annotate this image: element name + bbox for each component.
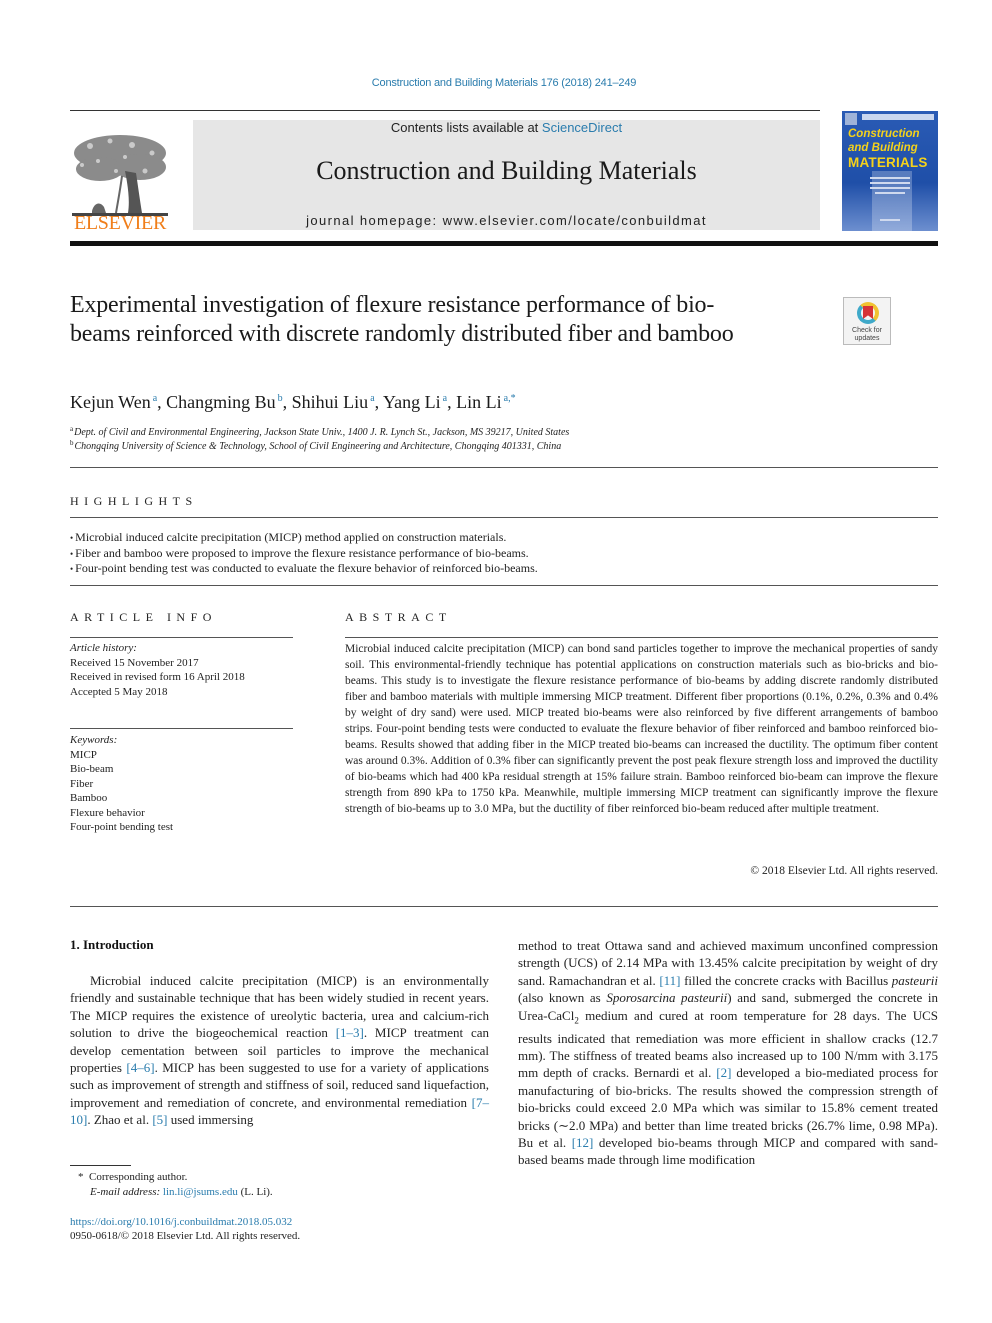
keyword: Bamboo [70,792,108,804]
affiliation-marker[interactable]: a [153,393,157,404]
intro-paragraph-left: Microbial induced calcite precipitation … [70,972,489,1129]
journal-homepage: journal homepage: www.elsevier.com/locat… [306,213,707,228]
article-title: Experimental investigation of flexure re… [70,292,734,347]
doi-link[interactable]: https://doi.org/10.1016/j.conbuildmat.20… [70,1216,292,1228]
divider [70,467,938,468]
header-thick-rule [70,241,938,246]
journal-name: Construction and Building Materials [316,156,697,185]
divider [70,517,938,518]
divider [70,585,938,586]
divider [70,728,293,729]
issn-copyright: 0950-0618/© 2018 Elsevier Ltd. All right… [70,1230,301,1242]
sciencedirect-link[interactable]: ScienceDirect [542,120,622,135]
highlight-item: Four-point bending test was conducted to… [70,561,538,576]
footnote-rule [70,1165,131,1166]
author-list: Kejun Wen a, Changming Bu b, Shihui Liu a, … [70,392,516,412]
contents-line: Contents lists available at ScienceDirec… [193,120,820,135]
affiliation-marker[interactable]: a [370,393,374,404]
text-run: . Zhao et al. [87,1112,153,1128]
history-entry: Received in revised form 16 April 2018 [70,671,245,683]
cover-title-line-1: Construction [848,128,920,140]
citation-link[interactable]: [5] [152,1112,167,1127]
cover-fine-text [875,192,905,194]
highlights-heading: HIGHLIGHTS [70,494,198,508]
keywords: Keywords: MICP Bio-beam Fiber Bamboo Fle… [70,733,173,835]
italic-term: Sporosarcina pasteurii [606,990,728,1006]
email-note: E-mail address: lin.li@jsums.edu (L. Li)… [90,1186,273,1198]
cover-fine-text [870,187,910,189]
cover-glow [872,171,912,231]
journal-reference-link[interactable]: Construction and Building Materials 176 … [0,77,992,89]
affiliation-a: aDept. of Civil and Environmental Engine… [70,425,570,438]
author[interactable]: Changming Bu [166,392,276,412]
contents-prefix: Contents lists available at [390,120,542,135]
cover-fine-text [870,182,910,184]
text-run: used immersing [167,1112,254,1128]
elsevier-wordmark: ELSEVIER [73,212,167,234]
citation-link[interactable]: [4–6] [126,1060,154,1075]
citation-link[interactable]: [1–3] [336,1025,364,1040]
email-label: E-mail address: [90,1186,161,1198]
intro-paragraph-right: method to treat Ottawa sand and achieved… [518,937,938,1169]
keyword: Fiber [70,777,94,790]
text-run: (also known as [518,990,607,1006]
corresponding-author-note: * Corresponding author. [78,1171,188,1183]
keyword: Flexure behavior [70,806,145,819]
cover-top-strip [862,114,934,120]
author[interactable]: Shihui Liu [292,392,369,412]
citation-link[interactable]: [2] [716,1065,731,1080]
keyword: Bio-beam [70,763,114,775]
italic-term: pasteurii [891,972,938,988]
author[interactable]: Lin Li [456,392,502,412]
check-for-updates-label: Check for updates [852,327,882,342]
highlight-item: Microbial induced calcite precipitation … [70,530,506,545]
header-rule [70,110,820,111]
email-link[interactable]: lin.li@jsums.edu [163,1186,238,1198]
citation-link[interactable]: [11] [659,973,680,988]
text-run: filled the concrete cracks with Bacillus [680,972,892,988]
keyword: MICP [70,748,97,761]
highlight-item: Fiber and bamboo were proposed to improv… [70,546,529,561]
author[interactable]: Kejun Wen [70,392,151,412]
abstract-text: Microbial induced calcite precipitation … [345,643,938,815]
divider [70,906,938,907]
abstract-heading: ABSTRACT [345,610,452,624]
affiliation-marker[interactable]: a [443,393,447,404]
asterisk-marker: * [78,1171,84,1183]
journal-cover-thumbnail[interactable]: Construction and Building MATERIALS [842,111,938,231]
abstract-copyright: © 2018 Elsevier Ltd. All rights reserved… [750,865,938,877]
affiliation-b: bChongqing University of Science & Techn… [70,439,562,452]
citation-link[interactable]: [12] [572,1135,594,1150]
cover-elsevier-logo [845,113,857,125]
introduction-heading: 1. Introduction [70,937,154,952]
cover-fine-text [870,177,910,179]
keyword: Four-point bending test [70,821,174,833]
cover-fine-text [880,219,900,221]
divider [345,637,938,638]
history-entry: Received 15 November 2017 [70,656,199,669]
article-info-heading: ARTICLE INFO [70,610,217,624]
keywords-label: Keywords: [70,734,118,746]
check-for-updates-button[interactable]: Check for updates [843,297,891,345]
affiliation-marker[interactable]: b [278,393,283,404]
divider [70,637,293,638]
article-history: Article history: Received 15 November 20… [70,641,245,699]
cover-title-line-3: MATERIALS [848,155,928,170]
affiliation-marker[interactable]: a,* [504,393,516,404]
cover-title-line-2: and Building [848,142,918,154]
history-entry: Accepted 5 May 2018 [70,685,168,698]
article-history-label: Article history: [70,642,137,654]
author[interactable]: Yang Li [383,392,441,412]
